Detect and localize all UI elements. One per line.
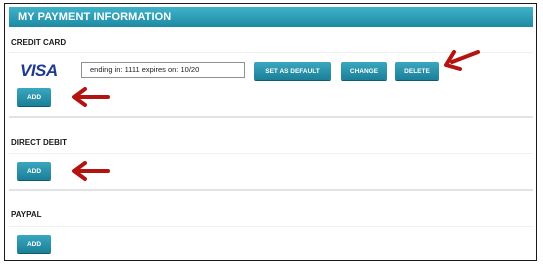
paypal-title: PAYPAL: [11, 210, 42, 219]
set-as-default-button[interactable]: SET AS DEFAULT: [254, 62, 331, 80]
card-summary-field: ending in: 1111 expires on: 10/20: [81, 62, 245, 78]
divider: [9, 153, 533, 154]
section-divider: [9, 116, 533, 118]
divider: [9, 226, 533, 227]
visa-logo: VISA: [20, 61, 58, 80]
annotation-arrow-icon: [444, 50, 480, 71]
payment-panel: [4, 3, 537, 261]
credit-card-add-button[interactable]: ADD: [17, 88, 51, 106]
direct-debit-title: DIRECT DEBIT: [11, 138, 67, 147]
credit-card-title: CREDIT CARD: [11, 38, 67, 47]
panel-header: MY PAYMENT INFORMATION: [9, 7, 533, 27]
delete-button[interactable]: DELETE: [395, 62, 439, 80]
direct-debit-add-button[interactable]: ADD: [17, 162, 51, 180]
annotation-arrow-icon: [72, 161, 110, 181]
annotation-arrow-icon: [72, 87, 110, 107]
change-button[interactable]: CHANGE: [341, 62, 387, 80]
paypal-add-button[interactable]: ADD: [17, 235, 51, 253]
section-divider: [9, 189, 533, 191]
